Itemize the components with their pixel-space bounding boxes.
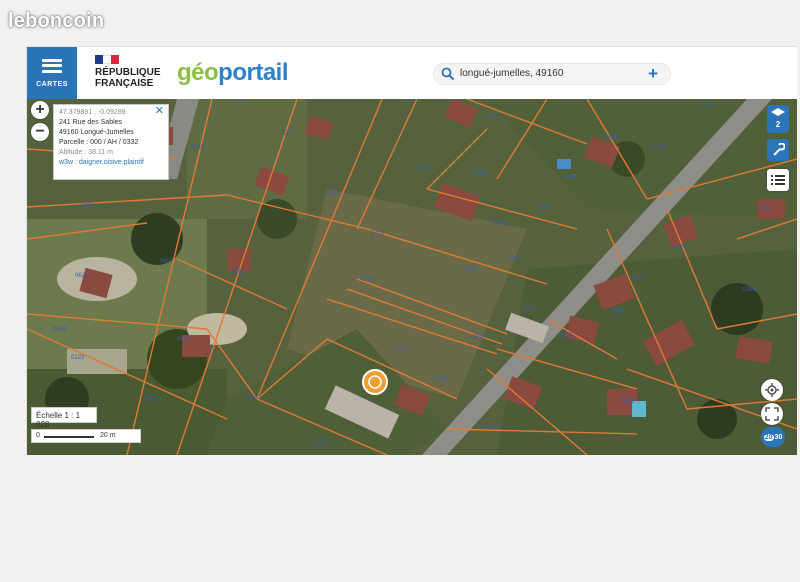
parcel-label: 0579 bbox=[523, 307, 537, 313]
scale-line bbox=[44, 436, 94, 438]
location-info-popup: ✕ 47.379891 , -0.09289 241 Rue des Sable… bbox=[53, 104, 169, 180]
parcel-label: 0554 bbox=[401, 99, 415, 103]
parcel-label: 0583 bbox=[631, 275, 645, 281]
add-search-button[interactable]: + bbox=[648, 64, 658, 84]
zoom-out-button[interactable]: − bbox=[31, 123, 49, 141]
header-bar: CARTES RÉPUBLIQUE FRANÇAISE géoportail l… bbox=[27, 47, 797, 99]
search-value: longué-jumelles, 49160 bbox=[460, 68, 564, 79]
info-city: 49160 Longué-Jumelles bbox=[59, 129, 134, 136]
parcel-label: 0274 bbox=[673, 245, 687, 251]
zoom-level-a: 20 bbox=[763, 433, 774, 441]
zoom-level-b: 30 bbox=[774, 433, 783, 441]
info-w3w[interactable]: w3w : daigner.oisive.plaintif bbox=[59, 158, 163, 168]
geoportail-window: CARTES RÉPUBLIQUE FRANÇAISE géoportail l… bbox=[26, 46, 797, 455]
parcel-label: 0725 bbox=[361, 277, 375, 283]
parcel-label: 0354 bbox=[53, 327, 67, 333]
parcel-label: 0345 bbox=[493, 221, 507, 227]
map-view[interactable]: 0249 0277 0554 0573 0212 0549 0546 0563 … bbox=[27, 99, 797, 455]
parcel-label: 0249 bbox=[233, 99, 247, 103]
info-parcel: Parcelle : 000 / AH / 0332 bbox=[59, 139, 139, 146]
parcel-label: 0349 bbox=[539, 205, 553, 211]
parcel-label: 0726 bbox=[371, 231, 385, 237]
geolocate-button[interactable] bbox=[761, 379, 783, 401]
parcel-label: 0243 bbox=[247, 395, 261, 401]
parcel-label: 0223 bbox=[71, 355, 85, 361]
parcel-label: 0232 bbox=[81, 203, 95, 209]
parcel-label: 0682 bbox=[230, 269, 244, 275]
parcel-label: 0591 bbox=[417, 165, 431, 171]
parcel-label: 0212 bbox=[701, 103, 715, 109]
parcel-label: 0676 bbox=[177, 337, 191, 343]
parcel-label: 0679 bbox=[313, 441, 327, 447]
parcel-label: 0563 bbox=[327, 191, 341, 197]
parcel-label: 0578 bbox=[559, 333, 573, 339]
parcel-label: 0658 bbox=[473, 171, 487, 177]
locate-icon bbox=[765, 383, 779, 397]
menu-button[interactable]: CARTES bbox=[27, 47, 77, 99]
layers-count: 2 bbox=[775, 120, 781, 129]
close-icon[interactable]: ✕ bbox=[155, 106, 164, 117]
parcel-label: 0369 bbox=[743, 287, 757, 293]
scale-end: 20 m bbox=[100, 432, 116, 439]
layers-button[interactable]: 2 bbox=[767, 105, 789, 133]
info-altitude: Altitude : 38.11 m bbox=[59, 149, 113, 156]
parcel-label: 0549 bbox=[191, 145, 205, 151]
parcel-label: 0346 bbox=[507, 255, 521, 261]
location-marker[interactable] bbox=[362, 369, 388, 395]
parcel-label: 0580 bbox=[611, 309, 625, 315]
scale-bar: 0 20 m bbox=[31, 429, 141, 443]
legend-button[interactable] bbox=[767, 169, 789, 191]
hamburger-icon bbox=[42, 58, 62, 73]
scale-start: 0 bbox=[36, 432, 40, 439]
parcel-label: 0706 bbox=[471, 335, 485, 341]
parcel-label: 0657 bbox=[160, 259, 174, 265]
brand-part-2: portail bbox=[218, 59, 289, 86]
fullscreen-icon bbox=[765, 407, 779, 421]
parcel-label: 0627 bbox=[75, 273, 89, 279]
republique-francaise-logo: RÉPUBLIQUE FRANÇAISE bbox=[95, 55, 161, 89]
layers-icon bbox=[771, 108, 785, 116]
parcel-label: 0277 bbox=[281, 131, 295, 137]
geoportail-logo[interactable]: géoportail bbox=[177, 59, 289, 87]
leboncoin-watermark: leboncoin bbox=[8, 10, 105, 32]
wrench-icon bbox=[773, 142, 786, 156]
brand-part-1: géo bbox=[177, 59, 219, 86]
parcel-label: 0640 bbox=[605, 135, 619, 141]
parcel-label: 0703 bbox=[435, 377, 449, 383]
republique-line-2: FRANÇAISE bbox=[95, 78, 154, 89]
flag-icon bbox=[95, 55, 119, 64]
zoom-level-indicator[interactable]: 20 30 bbox=[761, 427, 785, 447]
republique-line-1: RÉPUBLIQUE bbox=[95, 67, 161, 78]
parcel-label: 0589 bbox=[621, 399, 635, 405]
parcel-label: 0542 bbox=[563, 175, 577, 181]
search-icon bbox=[441, 67, 455, 81]
scale-ratio: Échelle 1 : 1 028 bbox=[31, 407, 97, 429]
list-icon bbox=[771, 175, 785, 185]
menu-label: CARTES bbox=[36, 80, 68, 88]
parcel-label: 0592 bbox=[485, 425, 499, 431]
search-input[interactable]: longué-jumelles, 49160 + bbox=[433, 63, 671, 85]
parcel-label: 0573 bbox=[487, 115, 501, 121]
parcel-label: 0718 bbox=[464, 267, 478, 273]
zoom-in-button[interactable]: + bbox=[31, 101, 49, 119]
parcel-label: 0705 bbox=[393, 347, 407, 353]
tools-button[interactable] bbox=[767, 139, 789, 161]
info-coordinates: 47.379891 , -0.09289 bbox=[59, 109, 126, 116]
parcel-label: 0522 bbox=[757, 205, 771, 211]
parcel-label: 0679 bbox=[143, 397, 157, 403]
parcel-label: 0646 bbox=[653, 145, 667, 151]
info-street: 241 Rue des Sables bbox=[59, 119, 123, 126]
fullscreen-button[interactable] bbox=[761, 403, 783, 425]
